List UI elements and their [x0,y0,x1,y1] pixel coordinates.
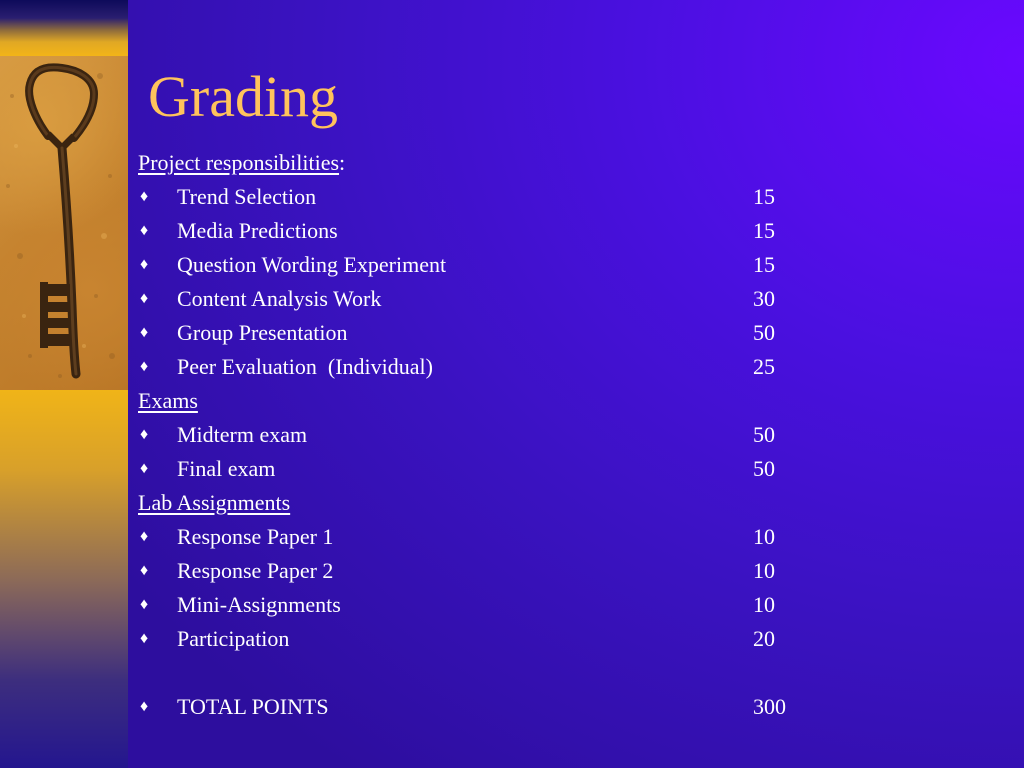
skeleton-key-icon [6,63,115,379]
total-label: TOTAL POINTS [177,694,329,719]
diamond-bullet-icon: ♦ [140,528,149,545]
list-item: ♦ Peer Evaluation (Individual) 25 [138,350,998,384]
list-item: ♦ Final exam 50 [138,452,998,486]
diamond-bullet-icon: ♦ [140,698,149,715]
slide-title: Grading [148,64,339,129]
item-label: Peer Evaluation (Individual) [177,354,433,379]
diamond-bullet-icon: ♦ [140,188,149,205]
diamond-bullet-icon: ♦ [140,562,149,579]
diamond-bullet-icon: ♦ [140,426,149,443]
item-points: 15 [753,252,775,277]
item-label: Midterm exam [177,422,308,447]
slide: Grading Project responsibilities: ♦ Tren… [0,0,1024,768]
section-heading-lab-assignments: Lab Assignments [138,486,998,520]
item-label: Response Paper 1 [177,524,334,549]
list-item: ♦ Question Wording Experiment 15 [138,248,998,282]
list-item: ♦ Group Presentation 50 [138,316,998,350]
item-label: Final exam [177,456,276,481]
item-label: Participation [177,626,290,651]
grading-list: Project responsibilities: ♦ Trend Select… [138,146,998,724]
section-heading-suffix: : [339,150,346,175]
list-item: ♦ Media Predictions 15 [138,214,998,248]
diamond-bullet-icon: ♦ [140,358,149,375]
item-points: 10 [753,592,775,617]
item-label: Trend Selection [177,184,317,209]
diamond-bullet-icon: ♦ [140,460,149,477]
item-label: Group Presentation [177,320,348,345]
item-points: 15 [753,218,775,243]
list-item: ♦ Mini-Assignments 10 [138,588,998,622]
list-item: ♦ Midterm exam 50 [138,418,998,452]
item-points: 10 [753,524,775,549]
total-points: 300 [753,694,786,719]
list-item: ♦ Trend Selection 15 [138,180,998,214]
section-heading-exams: Exams [138,384,998,418]
item-label: Content Analysis Work [177,286,382,311]
diamond-bullet-icon: ♦ [140,630,149,647]
diamond-bullet-icon: ♦ [140,290,149,307]
section-heading-label: Exams [138,388,198,413]
item-points: 30 [753,286,775,311]
list-item: ♦ Response Paper 1 10 [138,520,998,554]
section-heading-project: Project responsibilities: [138,146,998,180]
item-points: 50 [753,456,775,481]
item-points: 50 [753,422,775,447]
item-label: Response Paper 2 [177,558,334,583]
item-points: 15 [753,184,775,209]
key-image [0,56,128,390]
section-heading-label: Lab Assignments [138,490,291,515]
diamond-bullet-icon: ♦ [140,324,149,341]
item-points: 10 [753,558,775,583]
diamond-bullet-icon: ♦ [140,596,149,613]
item-points: 25 [753,354,775,379]
item-label: Question Wording Experiment [177,252,447,277]
item-label: Mini-Assignments [177,592,341,617]
item-points: 20 [753,626,775,651]
diamond-bullet-icon: ♦ [140,222,149,239]
list-item: ♦ Participation 20 [138,622,998,656]
total-row: ♦ TOTAL POINTS 300 [138,690,998,724]
list-item: ♦ Content Analysis Work 30 [138,282,998,316]
diamond-bullet-icon: ♦ [140,256,149,273]
list-item: ♦ Response Paper 2 10 [138,554,998,588]
item-points: 50 [753,320,775,345]
section-heading-label: Project responsibilities [138,150,340,175]
item-label: Media Predictions [177,218,338,243]
